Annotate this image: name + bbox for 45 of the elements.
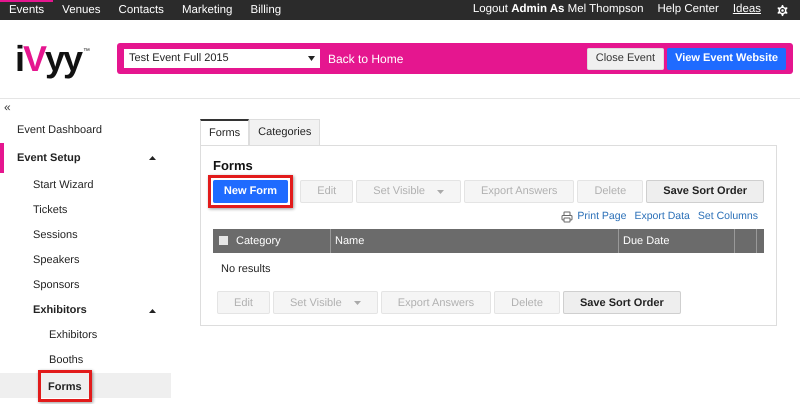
back-link[interactable]: Back to Home [328, 50, 404, 68]
header-button[interactable]: Close Event [586, 48, 664, 70]
select-all-checkbox[interactable] [219, 236, 228, 246]
sidebar-item-label[interactable]: Exhibitors [33, 302, 87, 319]
sidebar-item-label[interactable]: Event Dashboard [17, 122, 102, 139]
top-link[interactable]: Ideas [732, 1, 761, 19]
top-link[interactable]: Help Center [657, 1, 719, 19]
sidebar-item-label[interactable]: Booths [49, 352, 84, 369]
table-link[interactable]: Set Columns [698, 209, 758, 225]
sidebar-item-label[interactable]: Start Wizard [33, 177, 94, 194]
column-header: Name [335, 234, 364, 248]
sidebar-item-label[interactable]: Speakers [33, 252, 80, 269]
nav-tab[interactable]: Contacts [110, 0, 173, 20]
caret-icon [354, 300, 361, 305]
table-link[interactable]: Export Data [634, 209, 690, 225]
table-link[interactable]: Print Page [561, 209, 626, 225]
collapse-caret-icon[interactable] [149, 308, 156, 312]
toolbar-button[interactable]: Save Sort Order [646, 180, 764, 203]
column-header: Category [236, 234, 281, 248]
column-header: Due Date [623, 234, 670, 248]
caret-icon [437, 190, 444, 194]
header-button[interactable]: View Event Website [667, 48, 786, 70]
nav-tab[interactable]: Venues [53, 0, 110, 20]
sidebar-item-label[interactable]: Sessions [33, 227, 78, 244]
event-select[interactable]: Test Event Full 2015 [124, 49, 320, 68]
caret-icon [308, 56, 315, 61]
sidebar-item-label[interactable]: Sponsors [33, 277, 80, 294]
sidebar-item-label[interactable]: Forms [48, 380, 82, 392]
collapse-sidebar-button[interactable]: « [0, 100, 11, 114]
collapse-caret-icon[interactable] [149, 156, 156, 160]
tab[interactable]: Categories [249, 119, 320, 145]
nav-tab[interactable]: Events [0, 0, 54, 20]
panel-title: Forms [213, 158, 254, 174]
tab[interactable]: Forms [200, 119, 250, 145]
toolbar-button[interactable]: New Form [213, 180, 288, 203]
sidebar-item-label[interactable]: Event Setup [17, 150, 81, 166]
printer-icon [561, 210, 574, 223]
settings-icon[interactable] [775, 2, 790, 18]
empty-message: No results [220, 262, 271, 277]
nav-tab[interactable]: Billing [241, 0, 290, 20]
account-text: Logout Admin As Mel Thompson [472, 2, 644, 18]
toolbar-button[interactable]: Save Sort Order [562, 291, 681, 314]
sidebar-item-label[interactable]: Exhibitors [49, 327, 98, 344]
nav-tab[interactable]: Marketing [172, 0, 242, 20]
sidebar-item-label[interactable]: Tickets [33, 202, 68, 219]
